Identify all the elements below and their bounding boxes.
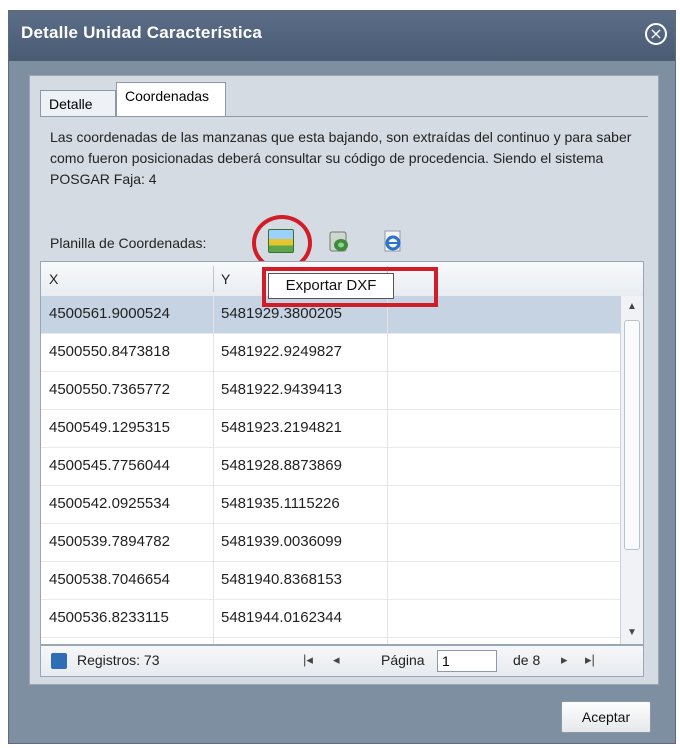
scroll-up-icon[interactable]: ▲ (621, 298, 643, 316)
cell-y: 5481940.8368153 (221, 571, 342, 588)
cell-x: 4500539.7894782 (49, 533, 170, 550)
cell-x: 4500536.8233115 (49, 609, 169, 626)
cell-y: 5481922.9439413 (221, 381, 342, 398)
previous-page-icon[interactable]: ◂ (333, 652, 340, 668)
table-row[interactable]: 4500536.8233115 5481944.0162344 (41, 600, 621, 638)
tab-detalle[interactable]: Detalle (40, 90, 116, 116)
database-icon[interactable] (326, 229, 352, 255)
last-page-icon[interactable]: ▸| (585, 652, 595, 668)
cell-x: 4500549.1295315 (49, 419, 170, 436)
scroll-thumb[interactable] (624, 320, 640, 550)
tooltip-highlight-box (262, 267, 438, 307)
close-icon[interactable]: × (645, 23, 667, 45)
grid-rows: 4500561.9000524 5481929.3800205 4500550.84… (41, 296, 621, 638)
table-row[interactable]: 4500550.7365772 5481922.9439413 (41, 372, 621, 410)
cell-x: 4500550.8473818 (49, 343, 170, 360)
aceptar-button[interactable]: Aceptar (561, 701, 651, 733)
title-bar: Detalle Unidad Característica × (9, 11, 675, 61)
column-divider (387, 296, 388, 644)
tab-panel: Detalle Coordenadas Las coordenadas de l… (29, 75, 659, 685)
coordenadas-tab-content: Las coordenadas de las manzanas que esta… (40, 116, 648, 677)
pagina-label: Página (381, 652, 425, 668)
scroll-down-icon[interactable]: ▼ (621, 624, 643, 642)
table-row[interactable]: 4500542.0925534 5481935.1115226 (41, 486, 621, 524)
cell-x: 4500561.9000524 (49, 305, 170, 322)
page-number-input[interactable] (437, 650, 497, 672)
dialog-title: Detalle Unidad Característica (21, 23, 263, 42)
record-count: Registros: 73 (77, 652, 160, 668)
table-row[interactable]: 4500545.7756044 5481928.8873869 (41, 448, 621, 486)
planilla-label: Planilla de Coordenadas: (50, 235, 207, 251)
next-page-icon[interactable]: ▸ (561, 652, 568, 668)
cell-x: 4500538.7046654 (49, 571, 170, 588)
dialog-window: Detalle Unidad Característica × Detalle … (8, 10, 676, 744)
cell-x: 4500545.7756044 (49, 457, 170, 474)
excel-icon[interactable] (51, 653, 67, 669)
cell-y: 5481922.9249827 (221, 343, 342, 360)
table-row[interactable]: 4500539.7894782 5481939.0036099 (41, 524, 621, 562)
column-separator[interactable] (213, 266, 214, 292)
cell-y: 5481923.2194821 (221, 419, 342, 436)
description-text: Las coordenadas de las manzanas que esta… (50, 129, 632, 187)
page-total-text: de 8 (513, 652, 541, 668)
first-page-icon[interactable]: |◂ (303, 652, 313, 668)
vertical-scrollbar[interactable]: ▲ ▼ (620, 296, 643, 644)
table-row[interactable]: 4500538.7046654 5481940.8368153 (41, 562, 621, 600)
tab-coordenadas[interactable]: Coordenadas (116, 82, 226, 116)
cell-y: 5481935.1115226 (221, 495, 340, 512)
table-row[interactable]: 4500549.1295315 5481923.2194821 (41, 410, 621, 448)
cell-y: 5481939.0036099 (221, 533, 342, 550)
coordinates-grid: X Y 4500561.9000524 5481929.3800205 450055… (40, 261, 644, 645)
cell-y: 5481928.8873869 (221, 457, 342, 474)
table-row[interactable]: 4500550.8473818 5481922.9249827 (41, 334, 621, 372)
column-header-x[interactable]: X (49, 262, 209, 296)
internet-explorer-icon[interactable] (380, 229, 406, 255)
column-divider (213, 296, 214, 644)
cell-y: 5481944.0162344 (221, 609, 342, 626)
paging-toolbar: Registros: 73 |◂ ◂ Página de 8 ▸ ▸| (40, 645, 644, 677)
cell-x: 4500550.7365772 (49, 381, 170, 398)
cell-x: 4500542.0925534 (49, 495, 170, 512)
